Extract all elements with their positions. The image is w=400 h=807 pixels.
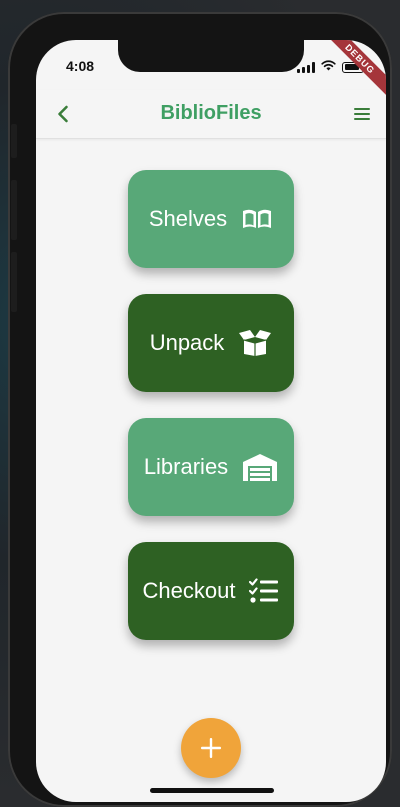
- app-screen: 4:08 DEBUG BiblioFiles Shelves Unpack Li…: [36, 40, 386, 802]
- menu-tile-list: Shelves Unpack Libraries Checkout: [128, 170, 294, 666]
- libraries-button[interactable]: Libraries: [128, 418, 294, 516]
- wifi-icon: [321, 58, 336, 76]
- tile-label: Libraries: [143, 454, 229, 479]
- device-backdrop: 4:08 DEBUG BiblioFiles Shelves Unpack Li…: [0, 0, 400, 807]
- volume-up-button: [11, 180, 17, 240]
- volume-down-button: [11, 252, 17, 312]
- warehouse-icon: [242, 452, 278, 482]
- open-box-icon: [238, 329, 272, 357]
- app-bar: BiblioFiles: [36, 90, 386, 139]
- signal-icon: [297, 61, 315, 73]
- tile-label: Unpack: [149, 330, 225, 355]
- menu-button[interactable]: [348, 100, 376, 128]
- checkout-button[interactable]: Checkout: [128, 542, 294, 640]
- open-book-icon: [241, 207, 273, 231]
- checklist-icon: [249, 578, 279, 604]
- add-button[interactable]: [181, 718, 241, 778]
- page-title: BiblioFiles: [160, 102, 262, 124]
- phone-frame: 4:08 DEBUG BiblioFiles Shelves Unpack Li…: [8, 12, 392, 807]
- silent-switch: [11, 124, 17, 158]
- home-indicator[interactable]: [150, 788, 274, 793]
- camera-notch: [118, 40, 304, 72]
- plus-icon: [201, 738, 221, 758]
- tile-label: Checkout: [142, 578, 236, 603]
- shelves-button[interactable]: Shelves: [128, 170, 294, 268]
- status-time: 4:08: [66, 58, 95, 74]
- tile-label: Shelves: [148, 206, 228, 231]
- unpack-button[interactable]: Unpack: [128, 294, 294, 392]
- hamburger-menu-icon: [354, 108, 370, 120]
